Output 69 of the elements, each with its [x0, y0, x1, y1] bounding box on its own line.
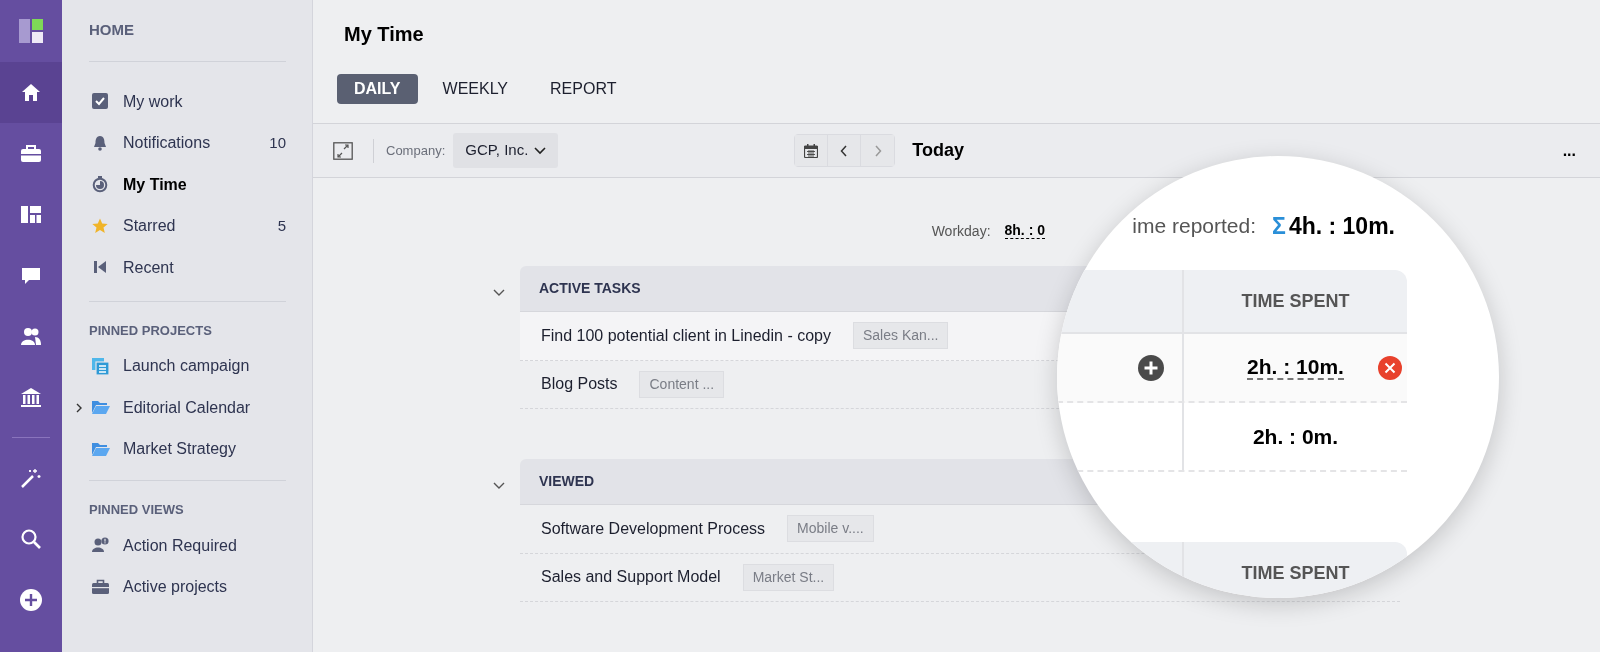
chevron-down-icon[interactable]	[493, 481, 505, 490]
project-tag: Sales Kan...	[852, 322, 949, 350]
sidebar-item[interactable]: Market Strategy	[89, 428, 286, 470]
more-button[interactable]: ...	[1558, 138, 1580, 163]
sidebar-item[interactable]: Action Required	[89, 525, 286, 567]
document-list-icon	[92, 357, 110, 375]
tab[interactable]: REPORT	[533, 74, 634, 104]
section-title: HOME	[89, 0, 286, 62]
checkbox-icon	[92, 93, 110, 111]
people-icon	[20, 325, 42, 348]
project-tag: Market St...	[742, 563, 835, 591]
sidebar-item[interactable]: Starred 5	[89, 205, 286, 247]
section-title: PINNED PROJECTS	[89, 321, 213, 340]
caret-icon	[534, 146, 547, 155]
time-reported-value: 4h. : 10m.	[1288, 211, 1395, 241]
field-label: Company:	[386, 141, 446, 160]
section-title: PINNED VIEWS	[89, 501, 185, 519]
chevron-right-icon[interactable]	[75, 401, 83, 414]
rail-item[interactable]	[0, 62, 62, 123]
add-button[interactable]	[1138, 354, 1164, 381]
sidebar-item[interactable]: My Time	[89, 164, 286, 206]
project-tag: Mobile v....	[787, 515, 874, 543]
close-icon	[1378, 355, 1402, 380]
column-title: TIME SPENT	[1241, 561, 1350, 585]
sum-icon: Σ	[1272, 208, 1286, 244]
sidebar-item[interactable]: Recent	[89, 247, 286, 289]
person-alert-icon	[92, 537, 110, 555]
remove-button[interactable]	[1378, 355, 1402, 380]
task-name[interactable]: Software Development Process	[541, 516, 766, 541]
tab[interactable]: DAILY	[337, 74, 418, 104]
calendar-icon	[804, 143, 819, 158]
task-name[interactable]: Blog Posts	[541, 372, 618, 397]
app-logo	[19, 19, 43, 43]
search-icon	[20, 527, 42, 550]
chevron-right-icon	[873, 144, 882, 157]
sidebar-item[interactable]: Editorial Calendar	[89, 387, 286, 429]
magic-wand-icon	[20, 466, 42, 489]
date-label: Today	[912, 139, 964, 162]
briefcase-icon	[20, 142, 42, 165]
add-icon	[20, 588, 42, 611]
task-name[interactable]: Sales and Support Model	[541, 565, 721, 590]
home-icon	[20, 81, 42, 104]
dashboard-icon	[20, 203, 42, 226]
chevron-left-icon	[840, 144, 849, 157]
chevron-down-icon[interactable]	[493, 288, 505, 297]
sidebar-item[interactable]: Launch campaign	[89, 345, 286, 387]
company-dropdown[interactable]: GCP, Inc.	[453, 133, 559, 168]
workday-label: Workday:	[931, 221, 991, 241]
folder-icon	[92, 399, 110, 417]
page-title: My Time	[344, 22, 425, 47]
column-title: TIME SPENT	[1241, 289, 1350, 313]
add-icon	[1138, 354, 1164, 381]
timer-icon	[92, 176, 110, 194]
folder-icon	[92, 440, 110, 458]
sidebar-item[interactable]: My work	[89, 81, 286, 123]
bank-icon	[20, 386, 42, 409]
time-value: 2h. : 0m.	[1252, 423, 1339, 450]
expand-icon	[333, 142, 353, 161]
time-reported-label: ime reported:	[1132, 213, 1257, 240]
project-tag: Content ...	[639, 370, 725, 398]
sidebar-item[interactable]: Active projects	[89, 566, 286, 608]
sidebar-item[interactable]: Notifications 10	[89, 122, 286, 164]
tab[interactable]: WEEKLY	[425, 74, 526, 104]
star-icon	[92, 217, 110, 235]
briefcase-icon	[92, 578, 110, 596]
workday-value[interactable]: 8h. : 0	[1004, 222, 1045, 240]
task-name[interactable]: Find 100 potential client in Linedin - copy	[541, 323, 831, 348]
time-value[interactable]: 2h. : 10m.	[1247, 354, 1344, 381]
calendar-button[interactable]	[795, 135, 829, 166]
